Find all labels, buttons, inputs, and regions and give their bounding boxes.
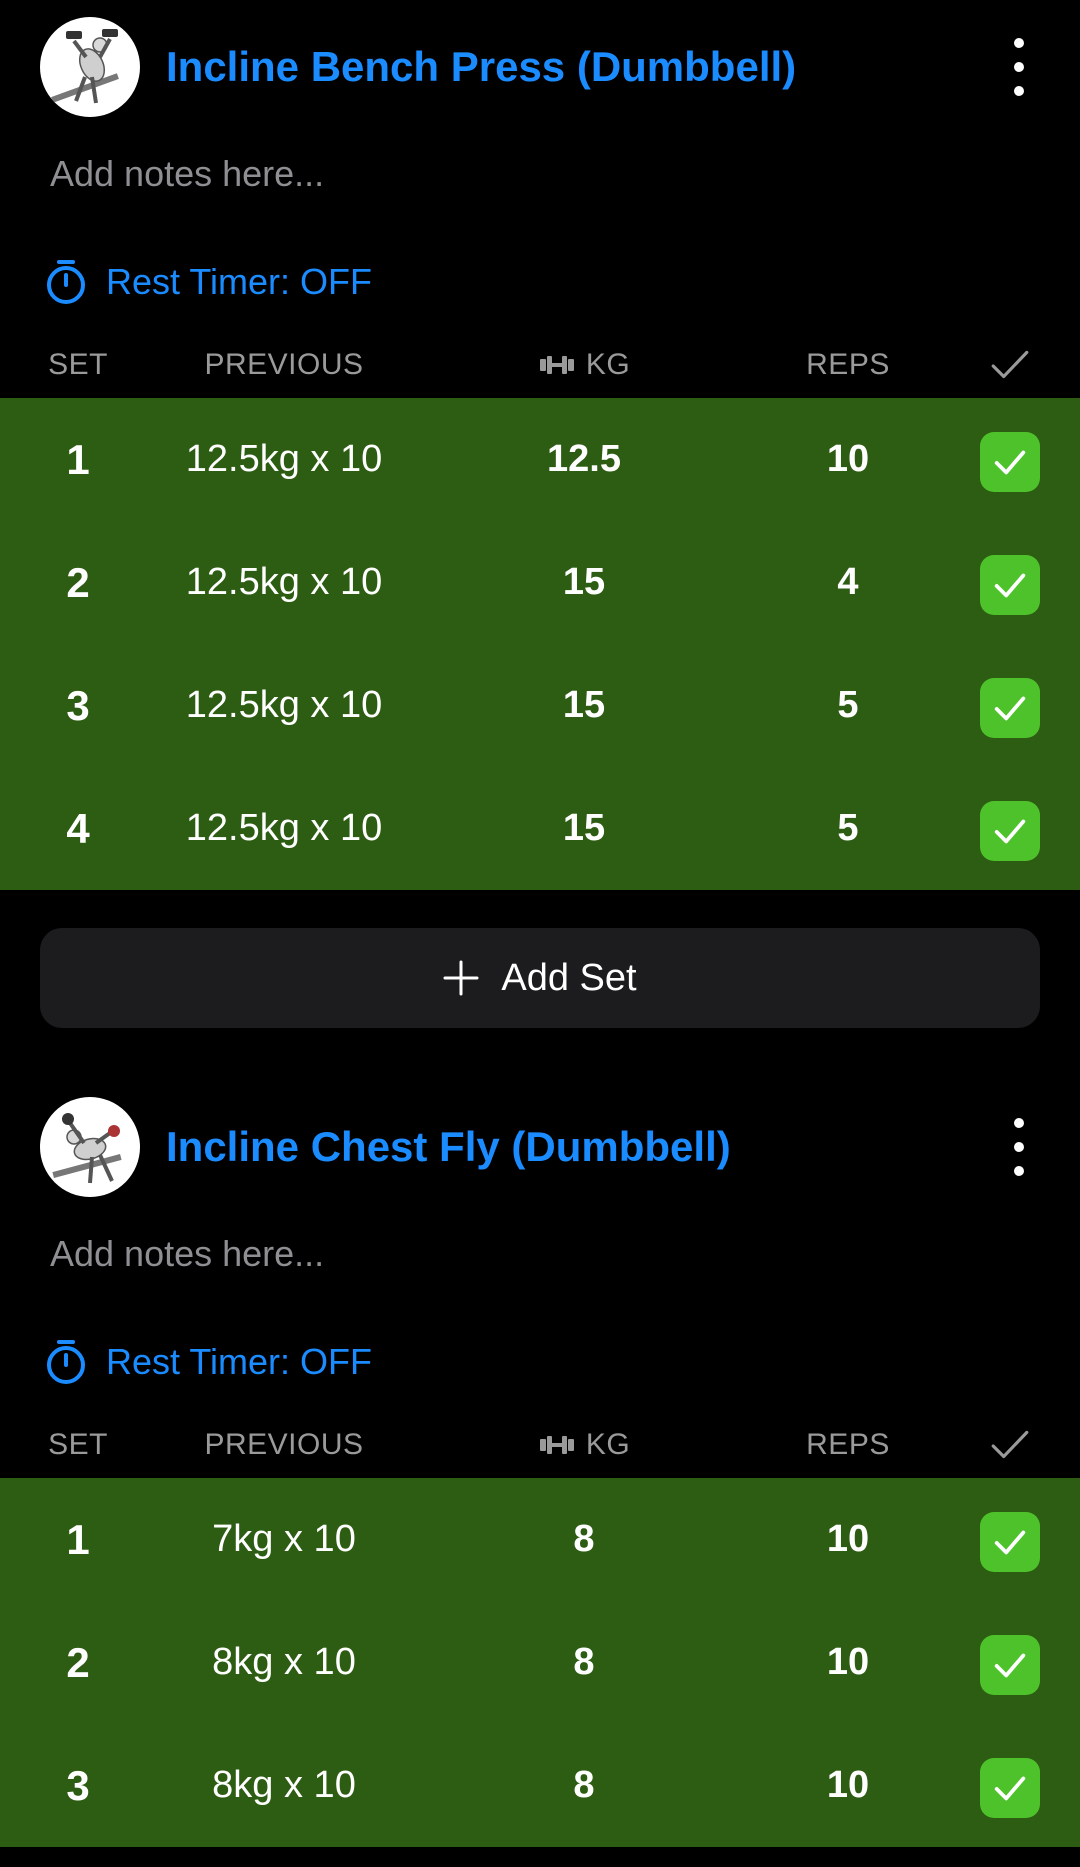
notes-input[interactable]: Add notes here... [50, 152, 324, 196]
complete-checkbox[interactable] [980, 1512, 1040, 1572]
checkmark-icon [994, 696, 1026, 721]
set-number[interactable]: 3 [28, 1724, 128, 1847]
previous-value[interactable]: 8kg x 10 [164, 1601, 404, 1724]
set-row: 2 8kg x 10 8 10 [0, 1601, 1080, 1724]
rest-timer-label: Rest Timer: OFF [106, 261, 373, 302]
set-row: 2 12.5kg x 10 15 4 [0, 521, 1080, 644]
column-kg: KG [494, 344, 674, 386]
exercise-thumbnail[interactable] [40, 17, 140, 117]
column-kg-label: KG [585, 348, 631, 381]
checkmark-header-icon [991, 1430, 1029, 1459]
rest-timer-label: Rest Timer: OFF [106, 1341, 373, 1382]
previous-value[interactable]: 12.5kg x 10 [164, 398, 404, 521]
kg-input[interactable]: 15 [494, 644, 674, 767]
column-set: SET [48, 1428, 108, 1461]
set-number[interactable]: 4 [28, 767, 128, 890]
set-row: 1 12.5kg x 10 12.5 10 [0, 398, 1080, 521]
checkmark-icon [994, 1653, 1026, 1678]
exercise-header: Incline Chest Fly (Dumbbell) [0, 1080, 1080, 1215]
reps-input[interactable]: 10 [768, 398, 928, 521]
set-rows: 1 7kg x 10 8 10 2 8kg x 10 8 10 3 8kg x … [0, 1478, 1080, 1847]
set-number[interactable]: 2 [28, 1601, 128, 1724]
kg-input[interactable]: 15 [494, 521, 674, 644]
previous-value[interactable]: 8kg x 10 [164, 1724, 404, 1847]
complete-checkbox[interactable] [980, 1758, 1040, 1818]
checkmark-icon [994, 1530, 1026, 1555]
complete-checkbox[interactable] [980, 801, 1040, 861]
reps-input[interactable]: 10 [768, 1601, 928, 1724]
set-number[interactable]: 2 [28, 521, 128, 644]
checkmark-header-icon [991, 350, 1029, 379]
plus-icon [443, 960, 479, 996]
set-table-header: SET PREVIOUS KG REPS [0, 1424, 1080, 1466]
exercise-header: Incline Bench Press (Dumbbell) [0, 0, 1080, 135]
reps-input[interactable]: 10 [768, 1478, 928, 1601]
column-set: SET [48, 348, 108, 381]
set-number[interactable]: 1 [28, 1478, 128, 1601]
previous-value[interactable]: 12.5kg x 10 [164, 644, 404, 767]
complete-checkbox[interactable] [980, 432, 1040, 492]
exercise-title[interactable]: Incline Chest Fly (Dumbbell) [166, 1120, 731, 1174]
set-row: 3 12.5kg x 10 15 5 [0, 644, 1080, 767]
exercise-card: Incline Chest Fly (Dumbbell) Add notes h… [0, 1080, 1080, 1867]
notes-input[interactable]: Add notes here... [50, 1232, 324, 1276]
reps-input[interactable]: 10 [768, 1724, 928, 1847]
checkmark-icon [994, 450, 1026, 475]
set-rows: 1 12.5kg x 10 12.5 10 2 12.5kg x 10 15 4… [0, 398, 1080, 890]
exercise-illustration-icon [52, 1113, 122, 1184]
column-check [980, 344, 1040, 398]
add-set-label: Add Set [501, 957, 637, 999]
add-set-button[interactable]: Add Set [40, 928, 1040, 1028]
dumbbell-icon [539, 356, 574, 374]
exercise-thumbnail[interactable] [40, 1097, 140, 1197]
complete-checkbox[interactable] [980, 678, 1040, 738]
more-options-icon[interactable] [1004, 1118, 1034, 1176]
previous-value[interactable]: 7kg x 10 [164, 1478, 404, 1601]
rest-timer-button[interactable]: Rest Timer: OFF [44, 1338, 372, 1386]
reps-input[interactable]: 5 [768, 644, 928, 767]
exercise-card: Incline Bench Press (Dumbbell) Add notes… [0, 0, 1080, 1040]
previous-value[interactable]: 12.5kg x 10 [164, 521, 404, 644]
column-previous: PREVIOUS [204, 348, 364, 381]
set-number[interactable]: 1 [28, 398, 128, 521]
set-table-header: SET PREVIOUS KG REPS [0, 344, 1080, 386]
exercise-title[interactable]: Incline Bench Press (Dumbbell) [166, 40, 796, 94]
column-kg-label: KG [585, 1428, 631, 1461]
set-number[interactable]: 3 [28, 644, 128, 767]
column-previous: PREVIOUS [204, 1428, 364, 1461]
previous-value[interactable]: 12.5kg x 10 [164, 767, 404, 890]
column-reps: REPS [806, 1428, 890, 1461]
set-row: 4 12.5kg x 10 15 5 [0, 767, 1080, 890]
set-row: 3 8kg x 10 8 10 [0, 1724, 1080, 1847]
kg-input[interactable]: 15 [494, 767, 674, 890]
kg-input[interactable]: 8 [494, 1601, 674, 1724]
checkmark-icon [994, 1776, 1026, 1801]
column-reps: REPS [806, 348, 890, 381]
set-row: 1 7kg x 10 8 10 [0, 1478, 1080, 1601]
complete-checkbox[interactable] [980, 555, 1040, 615]
rest-timer-button[interactable]: Rest Timer: OFF [44, 258, 372, 306]
more-options-icon[interactable] [1004, 38, 1034, 96]
checkmark-icon [994, 819, 1026, 844]
kg-input[interactable]: 12.5 [494, 398, 674, 521]
dumbbell-icon [539, 1436, 574, 1454]
reps-input[interactable]: 4 [768, 521, 928, 644]
column-check [980, 1424, 1040, 1478]
complete-checkbox[interactable] [980, 1635, 1040, 1695]
stopwatch-icon [47, 260, 85, 304]
kg-input[interactable]: 8 [494, 1478, 674, 1601]
checkmark-icon [994, 573, 1026, 598]
column-kg: KG [494, 1424, 674, 1466]
kg-input[interactable]: 8 [494, 1724, 674, 1847]
stopwatch-icon [47, 1340, 85, 1384]
reps-input[interactable]: 5 [768, 767, 928, 890]
exercise-illustration-icon [51, 29, 119, 104]
